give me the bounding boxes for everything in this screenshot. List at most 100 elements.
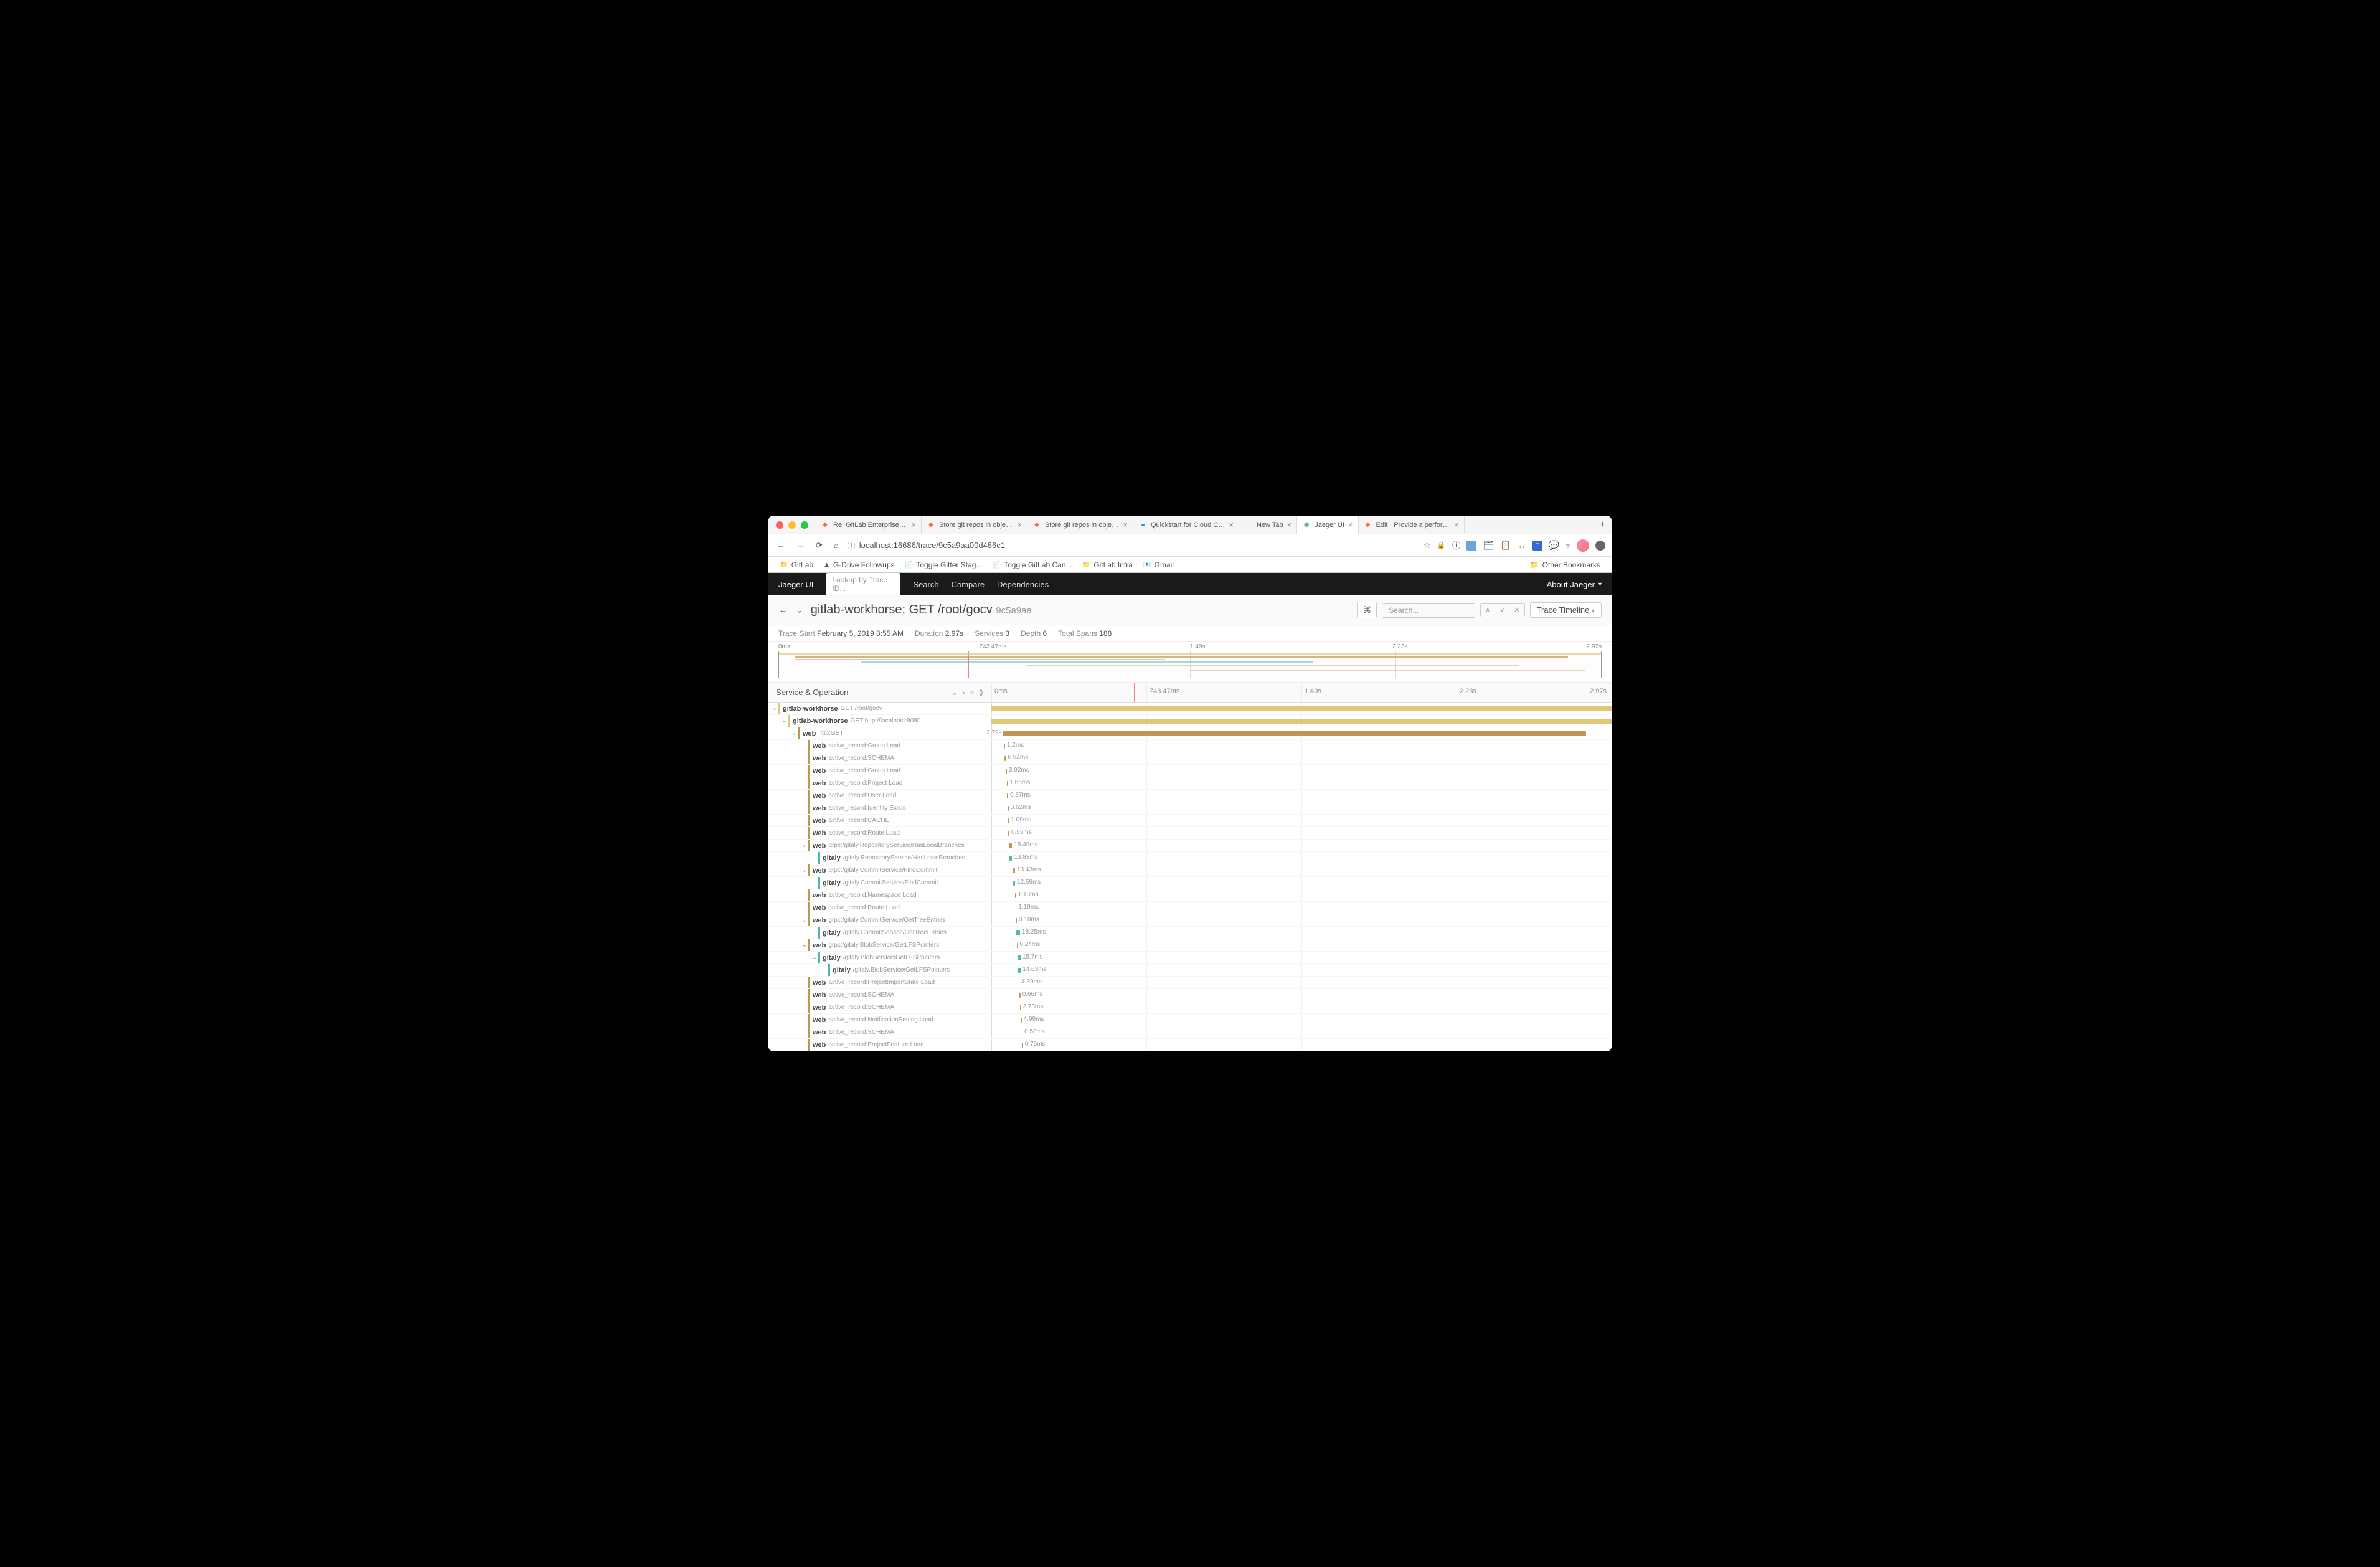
bookmark-item[interactable]: 📧Gmail [1138, 559, 1179, 570]
trace-lookup-input[interactable]: Lookup by Trace ID... [826, 573, 900, 595]
span-row[interactable]: gitaly/gitaly.BlobService/GetLFSPointers… [768, 964, 1612, 977]
span-row[interactable]: webactive_record:SCHEMA2.73ms [768, 1001, 1612, 1014]
span-bar[interactable] [1018, 968, 1021, 973]
span-row[interactable]: gitaly/gitaly.CommitService/GetTreeEntri… [768, 927, 1612, 939]
span-bar[interactable] [1016, 930, 1020, 935]
span-bar[interactable] [1016, 918, 1017, 923]
span-bar[interactable] [1013, 881, 1015, 886]
close-window[interactable] [776, 521, 783, 529]
span-caret[interactable]: ⌄ [781, 717, 788, 724]
ext-icon-1[interactable] [1466, 541, 1476, 551]
span-bar[interactable] [1009, 843, 1012, 848]
span-row[interactable]: webactive_record:Identity Exists0.62ms [768, 802, 1612, 815]
span-bar[interactable] [1007, 793, 1008, 798]
bookmark-item[interactable]: 📄Toggle GitLab Can... [987, 559, 1077, 570]
span-bar[interactable] [1018, 955, 1021, 960]
span-bar[interactable] [1020, 1005, 1021, 1010]
span-row[interactable]: gitaly/gitaly.RepositoryService/HasLocal… [768, 852, 1612, 864]
tab-close[interactable]: × [1123, 520, 1128, 529]
minimize-window[interactable] [788, 521, 796, 529]
span-caret[interactable]: ⌄ [801, 867, 808, 874]
span-row[interactable]: ⌄webgrpc:/gitaly.BlobService/GetLFSPoint… [768, 939, 1612, 952]
bookmark-item[interactable]: ▲G-Drive Followups [818, 559, 900, 570]
bookmark-item[interactable]: 📁GitLab [775, 559, 818, 570]
span-row[interactable]: webactive_record:Namespace Load1.13ms [768, 889, 1612, 902]
tab-close[interactable]: × [1348, 520, 1353, 529]
span-bar[interactable] [1015, 893, 1016, 898]
span-bar[interactable] [1003, 731, 1586, 736]
ext-icon-4[interactable]: ↔ [1518, 541, 1526, 551]
jaeger-logo[interactable]: Jaeger UI [778, 580, 813, 589]
span-row[interactable]: webactive_record:SCHEMA6.94ms [768, 752, 1612, 765]
span-caret[interactable]: ⌄ [801, 842, 808, 849]
span-bar[interactable] [1021, 1018, 1022, 1023]
trace-back-button[interactable]: ← [778, 605, 788, 616]
tab-close[interactable]: × [1287, 520, 1292, 529]
ext-icon-2[interactable]: 🗂 [1483, 540, 1494, 551]
url-bar[interactable]: ⓘ localhost:16686/trace/9c5a9aa00d486c1 [848, 539, 1417, 551]
ext-icon-3[interactable]: 📋 [1500, 540, 1511, 551]
star-icon[interactable]: ☆ [1423, 540, 1431, 551]
browser-tab[interactable]: ◆Store git repos in object stora× [922, 516, 1027, 534]
browser-tab[interactable]: ◆Edit · Provide a performance i× [1359, 516, 1465, 534]
tab-close[interactable]: × [1454, 520, 1459, 529]
span-bar[interactable] [1007, 781, 1008, 786]
span-row[interactable]: ⌄gitlab-workhorseGET http://localhost:80… [768, 715, 1612, 727]
span-caret[interactable]: ⌄ [771, 705, 778, 712]
lock-icon[interactable]: 🔒 [1437, 541, 1446, 549]
span-row[interactable]: ⌄gitaly/gitaly.BlobService/GetLFSPointer… [768, 952, 1612, 964]
span-row[interactable]: webactive_record:NotificationSetting Loa… [768, 1014, 1612, 1026]
chevron-right-icon[interactable]: › [963, 688, 965, 697]
about-jaeger[interactable]: About Jaeger [1547, 580, 1595, 589]
span-caret[interactable]: ⌄ [801, 917, 808, 924]
span-bar[interactable] [1008, 818, 1009, 823]
span-bar[interactable] [991, 706, 1612, 711]
browser-tab[interactable]: ◆Store git repos in object stora× [1027, 516, 1133, 534]
bookmark-item[interactable]: 📁GitLab Infra [1077, 559, 1138, 570]
view-select[interactable]: Trace Timeline ▾ [1530, 602, 1602, 618]
span-row[interactable]: webactive_record:Project Load1.65ms [768, 777, 1612, 790]
browser-tab[interactable]: New Tab× [1239, 516, 1297, 534]
new-tab-button[interactable]: + [1594, 519, 1612, 531]
reload-button[interactable]: ⟳ [813, 539, 825, 552]
tab-close[interactable]: × [1017, 520, 1022, 529]
nav-search[interactable]: Search [913, 580, 938, 589]
keyboard-shortcut-button[interactable]: ⌘ [1357, 602, 1377, 618]
search-up[interactable]: ∧ [1481, 604, 1495, 617]
span-bar[interactable] [1004, 756, 1006, 761]
span-row[interactable]: webactive_record:User Load0.87ms [768, 790, 1612, 802]
chevron-down-icon[interactable]: ⌄ [952, 688, 958, 697]
span-bar[interactable] [991, 719, 1612, 724]
span-row[interactable]: ⌄webhttp:GET2.79s [768, 727, 1612, 740]
search-down[interactable]: ∨ [1495, 604, 1509, 617]
span-row[interactable]: ⌄webgrpc:/gitaly.RepositoryService/HasLo… [768, 840, 1612, 852]
browser-tab[interactable]: ◉Jaeger UI× [1297, 516, 1358, 534]
span-row[interactable]: webactive_record:ProjectFeature Load0.75… [768, 1039, 1612, 1051]
span-row[interactable]: gitaly/gitaly.CommitService/FindCommit12… [768, 877, 1612, 889]
tab-close[interactable]: × [911, 520, 916, 529]
span-bar[interactable] [1017, 943, 1018, 948]
span-bar[interactable] [1013, 868, 1016, 873]
double-chevron-right-icon[interactable]: ⟫ [979, 688, 983, 697]
bookmark-item[interactable]: 📄Toggle Gitter Stag... [900, 559, 988, 570]
span-caret[interactable]: ⌄ [811, 954, 818, 961]
span-row[interactable]: ⌄gitlab-workhorseGET /root/gocv [768, 703, 1612, 715]
span-row[interactable]: webactive_record:SCHEMA0.58ms [768, 1026, 1612, 1039]
collapse-caret[interactable]: ⌄ [796, 605, 803, 615]
span-bar[interactable] [1008, 831, 1009, 836]
span-row[interactable]: webactive_record:SCHEMA0.66ms [768, 989, 1612, 1001]
nav-dependencies[interactable]: Dependencies [997, 580, 1049, 589]
search-clear[interactable]: ✕ [1509, 604, 1524, 617]
site-info-icon[interactable]: ⓘ [848, 539, 856, 551]
trace-search-input[interactable]: Search... [1382, 603, 1475, 618]
other-bookmarks[interactable]: 📁 Other Bookmarks [1525, 559, 1605, 570]
span-row[interactable]: webactive_record:Route Load0.55ms [768, 827, 1612, 840]
span-row[interactable]: webactive_record:Route Load1.19ms [768, 902, 1612, 914]
span-row[interactable]: webactive_record:Group Load1.2ms [768, 740, 1612, 752]
ext-icon-7[interactable]: ⩔ [1565, 540, 1570, 551]
span-bar[interactable] [1019, 993, 1020, 998]
menu-icon[interactable] [1595, 541, 1605, 551]
minimap[interactable] [768, 651, 1612, 683]
double-chevron-down-icon[interactable]: » [970, 688, 975, 697]
browser-tab[interactable]: ☁Quickstart for Cloud CCC | C× [1133, 516, 1239, 534]
